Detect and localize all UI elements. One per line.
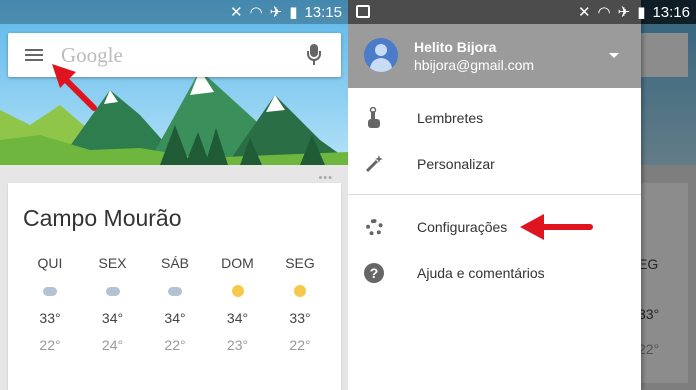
sun-icon xyxy=(231,285,244,297)
day-name: SEG xyxy=(285,255,315,271)
weather-city: Campo Mourão xyxy=(23,205,182,231)
wifi-icon: ◠ xyxy=(597,4,611,21)
day-name: QUI xyxy=(37,255,63,271)
day-high: 34° xyxy=(164,310,186,326)
account-header[interactable]: Helito Bijora hbijora@gmail.com xyxy=(348,24,641,88)
reminder-hand-icon xyxy=(363,107,385,129)
gear-icon xyxy=(365,218,383,236)
day-name: SÁB xyxy=(160,255,189,271)
sun-icon xyxy=(294,285,306,297)
forecast-day: QUI 33° 22° xyxy=(20,255,80,357)
menu-item-label: Ajuda e comentários xyxy=(417,265,545,281)
status-time: 13:16 xyxy=(652,3,690,21)
cards-area: ••• Campo Mourão QUI 33° 22° SEX 34° 24°… xyxy=(0,165,348,390)
forecast-row: QUI 33° 22° SEX 34° 24° SÁB 34° 22° DOM … xyxy=(20,255,330,357)
menu-item-label: Lembretes xyxy=(417,110,484,126)
forecast-day: SEX 34° 24° xyxy=(83,255,143,357)
menu-item-configuracoes[interactable]: Configurações xyxy=(348,204,641,250)
menu-divider xyxy=(348,194,641,195)
microphone-icon[interactable] xyxy=(307,44,321,66)
day-high: 34° xyxy=(101,310,124,326)
day-high: 33° xyxy=(39,310,61,326)
rain-cloud-icon xyxy=(168,286,182,296)
account-email: hbijora@gmail.com xyxy=(414,57,535,73)
mute-icon: ✕ xyxy=(229,4,243,21)
rain-cloud-icon xyxy=(105,286,120,296)
right-screen: EG 33° 22° ✕ ◠ ✈ ▮ 13:16 Helito Bijora h… xyxy=(348,0,696,390)
day-low: 22° xyxy=(39,337,61,353)
help-icon: ? xyxy=(364,263,384,283)
day-high: 34° xyxy=(226,310,249,326)
magic-wand-icon xyxy=(363,153,385,175)
battery-icon: ▮ xyxy=(637,4,646,21)
battery-icon: ▮ xyxy=(289,4,298,21)
day-low: 22° xyxy=(164,337,186,353)
status-bar: ✕ ◠ ✈ ▮ 13:16 xyxy=(348,0,696,24)
status-bar: ✕ ◠ ✈ ▮ 13:15 xyxy=(0,0,348,24)
forecast-day: DOM 34° 23° xyxy=(208,255,268,357)
day-low: 24° xyxy=(101,337,124,353)
account-name: Helito Bijora xyxy=(414,39,497,55)
forecast-day: SÁB 34° 22° xyxy=(145,255,205,357)
airplane-icon: ✈ xyxy=(617,4,631,21)
day-low: 22° xyxy=(289,337,311,353)
menu-item-personalizar[interactable]: Personalizar xyxy=(348,141,641,187)
left-screen: ✕ ◠ ✈ ▮ 13:15 Google ••• Campo Mourão QU… xyxy=(0,0,348,390)
forecast-day: SEG 33° 22° xyxy=(270,255,330,357)
airplane-icon: ✈ xyxy=(269,4,283,21)
day-name: DOM xyxy=(221,255,254,271)
dropdown-icon[interactable] xyxy=(609,53,619,58)
wifi-icon: ◠ xyxy=(249,4,263,21)
red-arrow-annotation xyxy=(52,64,97,111)
menu-icon[interactable] xyxy=(25,46,43,64)
more-options-icon[interactable]: ••• xyxy=(318,172,333,184)
avatar xyxy=(364,38,398,72)
rain-cloud-icon xyxy=(43,286,57,296)
red-arrow-annotation xyxy=(520,214,593,240)
status-time: 13:15 xyxy=(304,3,342,21)
image-notification-icon xyxy=(356,5,370,18)
mute-icon: ✕ xyxy=(577,4,591,21)
menu-item-ajuda[interactable]: ? Ajuda e comentários xyxy=(348,250,641,296)
menu-item-label: Personalizar xyxy=(417,156,495,172)
navigation-drawer: Helito Bijora hbijora@gmail.com Lembrete… xyxy=(348,0,641,390)
day-high: 33° xyxy=(289,310,311,326)
weather-card[interactable]: ••• Campo Mourão QUI 33° 22° SEX 34° 24°… xyxy=(8,172,341,390)
day-name: SEX xyxy=(98,255,127,271)
menu-item-lembretes[interactable]: Lembretes xyxy=(348,95,641,141)
day-low: 23° xyxy=(226,337,249,353)
menu-item-label: Configurações xyxy=(417,219,508,235)
